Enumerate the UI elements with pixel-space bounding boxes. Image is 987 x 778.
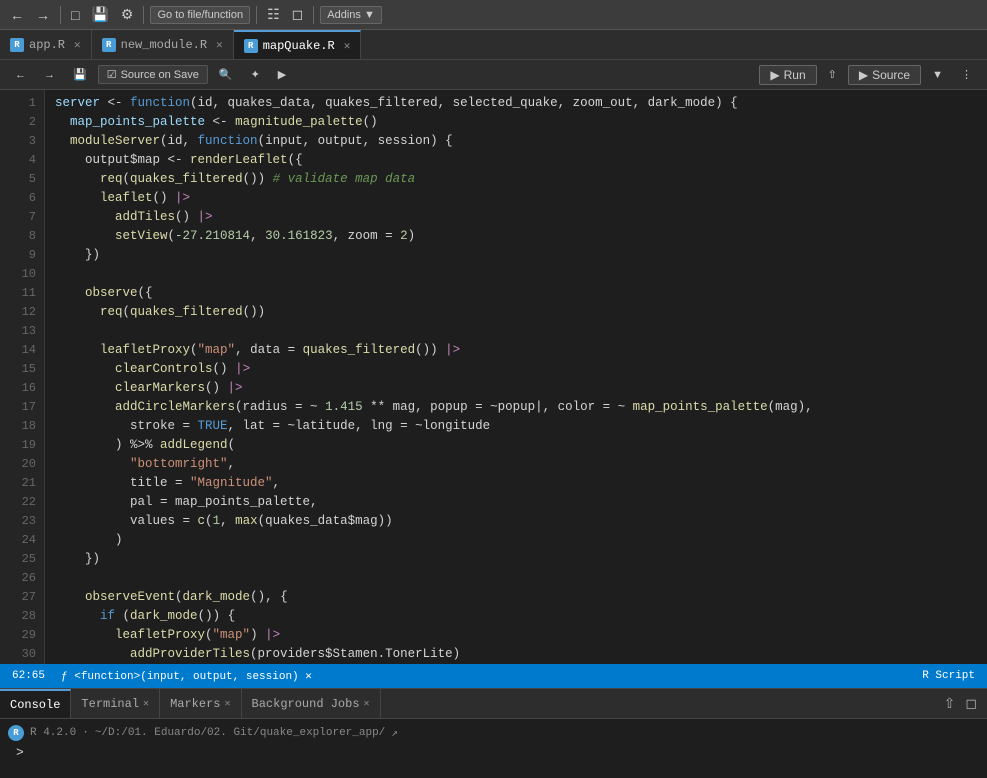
line-numbers: 12345 678910 1112131415 1617181920 21222… bbox=[0, 90, 45, 664]
close-mapquake-tab[interactable]: ✕ bbox=[344, 39, 351, 53]
run-icon: ▶ bbox=[770, 68, 779, 82]
r-icon: R bbox=[10, 38, 24, 52]
console-tab-label: Console bbox=[10, 698, 60, 712]
tab-bar: R app.R ✕ R new_module.R ✕ R mapQuake.R … bbox=[0, 30, 987, 60]
console-tab-terminal[interactable]: Terminal ✕ bbox=[71, 689, 160, 718]
save-icon-btn[interactable]: 💾 bbox=[66, 65, 94, 84]
console-prompt-line[interactable]: > bbox=[8, 743, 979, 762]
top-toolbar: ← → □ 💾 ⚙ Go to file/function ☷ ◻ Addins… bbox=[0, 0, 987, 30]
goto-file-btn[interactable]: Go to file/function bbox=[150, 6, 250, 24]
new-file-btn[interactable]: □ bbox=[67, 5, 83, 25]
cursor-position: 62:65 bbox=[8, 670, 49, 682]
console-tab-background-jobs[interactable]: Background Jobs ✕ bbox=[242, 689, 381, 718]
console-separator: · bbox=[82, 727, 89, 739]
tab-new-module[interactable]: R new_module.R ✕ bbox=[92, 30, 234, 59]
console-actions: ⇧ ◻ bbox=[940, 689, 987, 718]
bgjobs-label: Background Jobs bbox=[252, 697, 360, 711]
close-module-tab[interactable]: ✕ bbox=[216, 38, 223, 52]
console-tab-bar: Console Terminal ✕ Markers ✕ Background … bbox=[0, 689, 987, 719]
code-editor[interactable]: server <- function(id, quakes_data, quak… bbox=[45, 90, 987, 664]
view-btn[interactable]: ◻ bbox=[288, 4, 308, 25]
tab-app-r[interactable]: R app.R ✕ bbox=[0, 30, 92, 59]
forward-btn[interactable]: → bbox=[32, 5, 54, 25]
sep4 bbox=[313, 6, 314, 24]
tab-label-module: new_module.R bbox=[121, 38, 207, 52]
back-btn[interactable]: ← bbox=[6, 5, 28, 25]
r-version: R 4.2.0 bbox=[30, 727, 76, 739]
sep1 bbox=[60, 6, 61, 24]
minimize-console-btn[interactable]: ⇧ bbox=[940, 695, 960, 712]
source-icon: ▶ bbox=[859, 68, 868, 82]
r-icon-2: R bbox=[102, 38, 116, 52]
addins-btn[interactable]: Addins ▼ bbox=[320, 6, 382, 24]
console-info-row: R R 4.2.0 · ~/D:/01. Eduardo/02. Git/qua… bbox=[8, 723, 979, 743]
terminal-label: Terminal bbox=[81, 697, 139, 711]
run-btn[interactable]: ▶ Run bbox=[759, 65, 816, 85]
prompt-symbol: > bbox=[16, 745, 24, 760]
editor-area: 12345 678910 1112131415 1617181920 21222… bbox=[0, 90, 987, 664]
sep3 bbox=[256, 6, 257, 24]
console-content: R R 4.2.0 · ~/D:/01. Eduardo/02. Git/qua… bbox=[0, 719, 987, 766]
compile-btn[interactable]: ▶ bbox=[271, 65, 293, 84]
console-tab-markers[interactable]: Markers ✕ bbox=[160, 689, 241, 718]
expand-console-btn[interactable]: ◻ bbox=[961, 695, 981, 712]
console-panel: Console Terminal ✕ Markers ✕ Background … bbox=[0, 688, 987, 766]
tab-label-mapquake: mapQuake.R bbox=[263, 39, 335, 53]
grid-btn[interactable]: ☷ bbox=[263, 4, 284, 25]
tools-btn[interactable]: ⚙ bbox=[117, 4, 138, 25]
source-label: Source bbox=[872, 68, 910, 82]
close-bgjobs[interactable]: ✕ bbox=[364, 698, 370, 710]
search-btn[interactable]: 🔍 bbox=[212, 65, 240, 84]
nav-left-btn[interactable]: ← bbox=[8, 66, 33, 84]
editor-toolbar: ← → 💾 ☑ Source on Save 🔍 ✦ ▶ ▶ Run ⇧ ▶ S… bbox=[0, 60, 987, 90]
r-circle-icon: R bbox=[8, 725, 24, 741]
sep2 bbox=[143, 6, 144, 24]
path-arrow-icon: ↗ bbox=[391, 726, 398, 740]
source-on-save-label: Source on Save bbox=[121, 69, 199, 81]
tab-label-app: app.R bbox=[29, 38, 65, 52]
nav-right-btn[interactable]: → bbox=[37, 66, 62, 84]
console-tab-console[interactable]: Console bbox=[0, 689, 71, 718]
context-info: ƒ <function>(input, output, session) ✕ bbox=[57, 669, 316, 683]
r-icon-3: R bbox=[244, 39, 258, 53]
more-options-btn[interactable]: ⋮ bbox=[954, 65, 979, 84]
close-terminal[interactable]: ✕ bbox=[143, 698, 149, 710]
run-label: Run bbox=[784, 68, 806, 82]
source-dropdown-btn[interactable]: ▼ bbox=[925, 66, 950, 84]
close-markers[interactable]: ✕ bbox=[224, 698, 230, 710]
script-type: R Script bbox=[918, 670, 979, 682]
close-app-tab[interactable]: ✕ bbox=[74, 38, 81, 52]
console-path: ~/D:/01. Eduardo/02. Git/quake_explorer_… bbox=[95, 727, 385, 739]
markers-label: Markers bbox=[170, 697, 220, 711]
magic-wand-btn[interactable]: ✦ bbox=[244, 65, 267, 84]
checkbox-icon: ☑ bbox=[107, 68, 117, 81]
source-on-save-btn[interactable]: ☑ Source on Save bbox=[98, 65, 208, 84]
status-bar: 62:65 ƒ <function>(input, output, sessio… bbox=[0, 664, 987, 688]
save-btn[interactable]: 💾 bbox=[87, 4, 112, 25]
tab-mapquake[interactable]: R mapQuake.R ✕ bbox=[234, 30, 362, 59]
source-btn[interactable]: ▶ Source bbox=[848, 65, 921, 85]
minimize-editor-btn[interactable]: ⇧ bbox=[821, 65, 844, 84]
